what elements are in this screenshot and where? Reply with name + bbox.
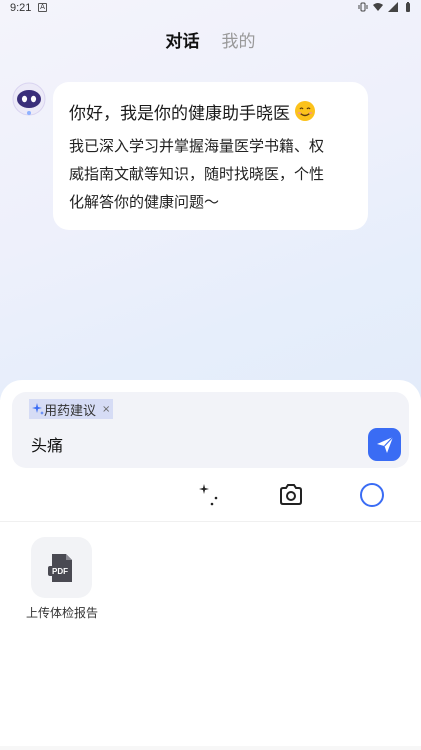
sparkle-icon bbox=[32, 403, 44, 415]
pdf-icon-label: PDF bbox=[52, 567, 68, 576]
tab-chat[interactable]: 对话 bbox=[166, 27, 200, 52]
chip-close-icon[interactable]: × bbox=[102, 404, 110, 415]
suggestion-chip[interactable]: 用药建议 × bbox=[29, 399, 114, 419]
battery-icon bbox=[406, 2, 410, 12]
chip-label: 用药建议 bbox=[44, 403, 97, 419]
sparkle-icon[interactable] bbox=[199, 483, 223, 507]
status-time: 9:21 bbox=[10, 2, 32, 14]
greeting-text: 你好，我是你的健康助手晓医 bbox=[69, 103, 290, 124]
wifi-icon bbox=[373, 3, 383, 11]
robot-icon bbox=[12, 82, 46, 116]
upload-report-button[interactable]: PDF bbox=[31, 537, 92, 598]
intro-text: 我已深入学习并掌握海量医学书籍、权 威指南文献等知识，随时找晓医，个性 化解答你… bbox=[69, 132, 352, 216]
message-input[interactable]: 头痛 bbox=[31, 432, 63, 456]
divider bbox=[0, 521, 421, 522]
status-icons bbox=[358, 2, 413, 12]
status-bar: 9:21 A bbox=[0, 0, 421, 18]
send-button[interactable] bbox=[368, 428, 401, 461]
smiling-face-icon bbox=[295, 101, 315, 121]
notification-icon: A bbox=[38, 3, 47, 12]
assistant-message-bubble: 你好，我是你的健康助手晓医 我已深入学习并掌握海量医学书籍、权 威指南文献等知识… bbox=[53, 82, 368, 230]
vibrate-icon bbox=[358, 2, 368, 12]
intro-line: 我已深入学习并掌握海量医学书籍、权 bbox=[69, 137, 325, 155]
tab-mine[interactable]: 我的 bbox=[222, 27, 256, 52]
bottom-bar bbox=[0, 746, 421, 750]
greeting-line: 你好，我是你的健康助手晓医 bbox=[69, 96, 352, 126]
intro-line: 化解答你的健康问题～ bbox=[69, 193, 220, 211]
top-tabs: 对话 我的 bbox=[0, 26, 421, 52]
voice-circle-icon[interactable] bbox=[359, 482, 385, 508]
send-icon bbox=[376, 436, 393, 453]
signal-icon bbox=[388, 2, 398, 12]
upload-report-label: 上传体检报告 bbox=[25, 606, 98, 620]
intro-line: 威指南文献等知识，随时找晓医，个性 bbox=[69, 165, 325, 183]
camera-icon[interactable] bbox=[279, 483, 303, 507]
message-input-box[interactable]: 用药建议 × 头痛 bbox=[12, 392, 409, 468]
assistant-avatar bbox=[12, 82, 46, 116]
pdf-file-icon: PDF bbox=[47, 553, 72, 582]
